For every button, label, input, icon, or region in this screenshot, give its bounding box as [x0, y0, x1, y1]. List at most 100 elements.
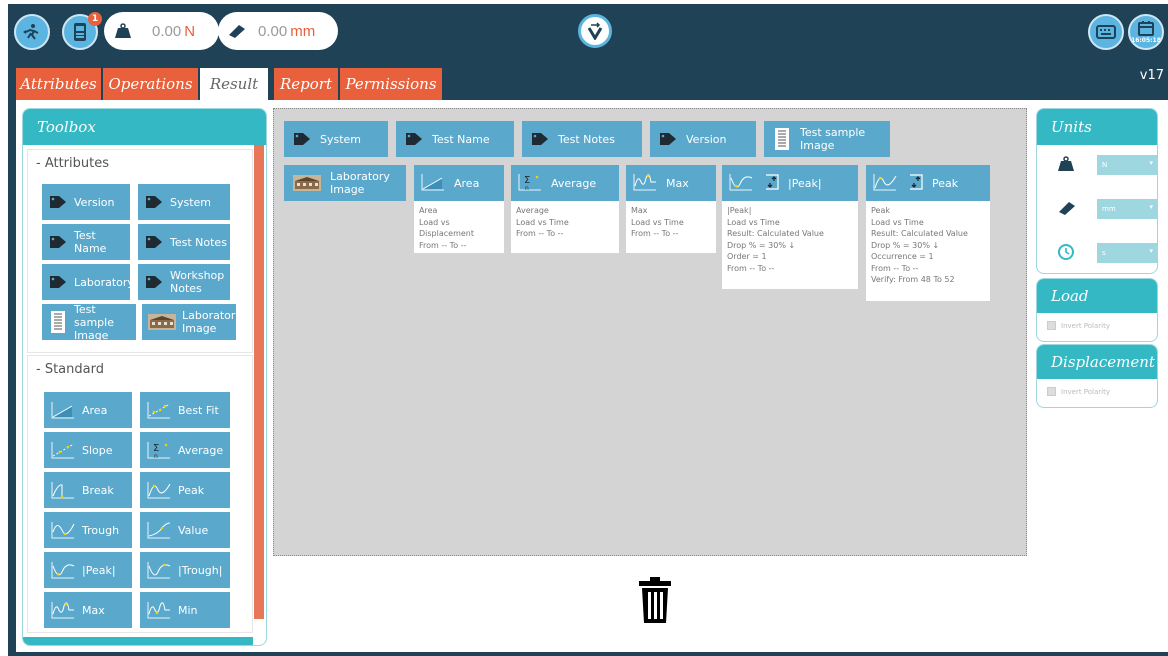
tag-icon: [404, 129, 424, 149]
tool-abs-trough[interactable]: |Trough|: [140, 552, 230, 588]
building-photo-icon: [292, 173, 322, 193]
tool-workshop-notes[interactable]: Workshop Notes: [138, 264, 230, 300]
min-icon: [146, 600, 172, 620]
tab-result[interactable]: Result: [200, 68, 268, 100]
tag-icon: [658, 129, 678, 149]
result-average[interactable]: Σn Average Average Load vs Time From -- …: [511, 165, 619, 253]
trash-button[interactable]: [637, 576, 673, 624]
time-unit-row: s ▾: [1057, 243, 1157, 264]
tag-icon: [48, 272, 68, 292]
swap-icon: [762, 173, 782, 194]
tag-icon: [48, 232, 68, 252]
device-icon: [74, 23, 86, 41]
displacement-invert-polarity[interactable]: Invert Polarity: [1047, 387, 1110, 396]
chevron-down-icon: ▾: [1149, 159, 1153, 167]
tag-icon: [144, 192, 164, 212]
abs-peak-icon: [728, 172, 756, 195]
tag-icon: [144, 272, 164, 292]
tool-test-sample-image[interactable]: Test sample Image: [42, 303, 136, 342]
checkbox[interactable]: [1047, 321, 1056, 330]
card-version[interactable]: Version: [650, 121, 756, 157]
tab-attributes[interactable]: Attributes: [16, 68, 101, 100]
exit-icon: [23, 24, 39, 40]
peak-icon: [872, 172, 900, 195]
force-unit-select[interactable]: N ▾: [1097, 155, 1157, 175]
units-title: Units: [1037, 109, 1157, 145]
toolbox-scrollbar[interactable]: [254, 145, 264, 619]
result-area[interactable]: Area Area Load vs Displacement From -- T…: [414, 165, 504, 253]
tool-break[interactable]: Break: [44, 472, 132, 508]
abs-trough-icon: [146, 560, 172, 580]
tool-laboratory-image[interactable]: Laboratory Image: [142, 304, 242, 340]
ruler-icon: [222, 16, 252, 46]
tool-best-fit[interactable]: Best Fit: [140, 392, 230, 428]
tag-icon: [48, 192, 68, 212]
calendar-button[interactable]: 16:05:18: [1128, 14, 1164, 50]
units-panel: Units N ▾ mm ▾ s ▾: [1036, 108, 1158, 274]
checkbox[interactable]: [1047, 387, 1056, 396]
result-max[interactable]: Max Max Load vs Time From -- To --: [626, 165, 716, 253]
tool-average[interactable]: Σn Average: [140, 432, 230, 468]
tool-trough[interactable]: Trough: [44, 512, 132, 548]
result-peak[interactable]: Peak Peak Load vs Time Result: Calculate…: [866, 165, 990, 301]
load-invert-polarity[interactable]: Invert Polarity: [1047, 321, 1110, 330]
keyboard-icon: [1096, 25, 1116, 39]
standard-section-title[interactable]: - Standard: [28, 356, 252, 384]
force-value: 0.00: [152, 22, 182, 40]
tool-area[interactable]: Area: [44, 392, 132, 428]
tool-system[interactable]: System: [138, 184, 230, 220]
result-abs-peak[interactable]: |Peak| |Peak| Load vs Time Result: Calcu…: [722, 165, 858, 289]
break-icon: [50, 480, 76, 500]
force-unit-row: N ▾: [1057, 155, 1157, 175]
version-label: v17: [1139, 68, 1164, 83]
exit-button[interactable]: [14, 14, 50, 50]
tool-version[interactable]: Version: [42, 184, 130, 220]
tab-permissions[interactable]: Permissions: [340, 68, 442, 100]
tool-value[interactable]: Value: [140, 512, 230, 548]
tool-slope[interactable]: Slope: [44, 432, 132, 468]
result-canvas[interactable]: System Test Name Test Notes Version Test…: [273, 108, 1027, 556]
tool-test-name[interactable]: Test Name: [42, 224, 130, 260]
weight-icon: [1057, 155, 1075, 175]
average-icon: Σn: [146, 440, 172, 460]
tool-laboratory[interactable]: Laboratory: [42, 264, 134, 300]
result-title: |Peak|: [788, 176, 822, 190]
tool-max[interactable]: Max: [44, 592, 132, 628]
attributes-section: - Attributes Version System Test Name Te…: [27, 149, 253, 353]
tab-bar: Attributes Operations Result Report Perm…: [8, 60, 1168, 100]
tool-min[interactable]: Min: [140, 592, 230, 628]
sample-image-icon: [772, 128, 792, 150]
chevron-down-icon: ▾: [1149, 247, 1153, 255]
ruler-icon: [1057, 200, 1077, 219]
tool-peak[interactable]: Peak: [140, 472, 230, 508]
calendar-icon: [1138, 21, 1154, 36]
timer-icon: [1057, 243, 1075, 264]
card-laboratory-image[interactable]: Laboratory Image: [284, 165, 406, 201]
clock-time: 16:05:18: [1131, 37, 1161, 44]
svg-text:n: n: [154, 453, 158, 460]
card-test-sample-image[interactable]: Test sample Image: [764, 121, 890, 157]
card-test-notes[interactable]: Test Notes: [522, 121, 642, 157]
force-unit: N: [184, 22, 196, 40]
device-button[interactable]: 1: [62, 12, 102, 50]
tool-test-notes[interactable]: Test Notes: [138, 224, 230, 260]
card-system[interactable]: System: [284, 121, 388, 157]
tool-abs-peak[interactable]: |Peak|: [44, 552, 132, 588]
swap-icon: [906, 173, 926, 194]
attributes-section-title[interactable]: - Attributes: [28, 150, 252, 178]
load-panel: Load Invert Polarity: [1036, 278, 1158, 342]
tab-report[interactable]: Report: [274, 68, 338, 100]
time-unit-select[interactable]: s ▾: [1097, 243, 1157, 263]
card-test-name[interactable]: Test Name: [396, 121, 514, 157]
displacement-title: Displacement: [1037, 345, 1157, 379]
chevron-down-icon: ▾: [1149, 203, 1153, 211]
max-icon: [632, 172, 660, 195]
toolbox-footer: [23, 637, 253, 645]
distance-unit-select[interactable]: mm ▾: [1097, 199, 1157, 219]
result-title: Peak: [932, 176, 959, 190]
trash-icon: [639, 577, 671, 623]
tab-operations[interactable]: Operations: [103, 68, 198, 100]
result-title: Max: [666, 176, 689, 190]
logo-icon: [578, 14, 612, 48]
keyboard-button[interactable]: [1088, 14, 1124, 50]
